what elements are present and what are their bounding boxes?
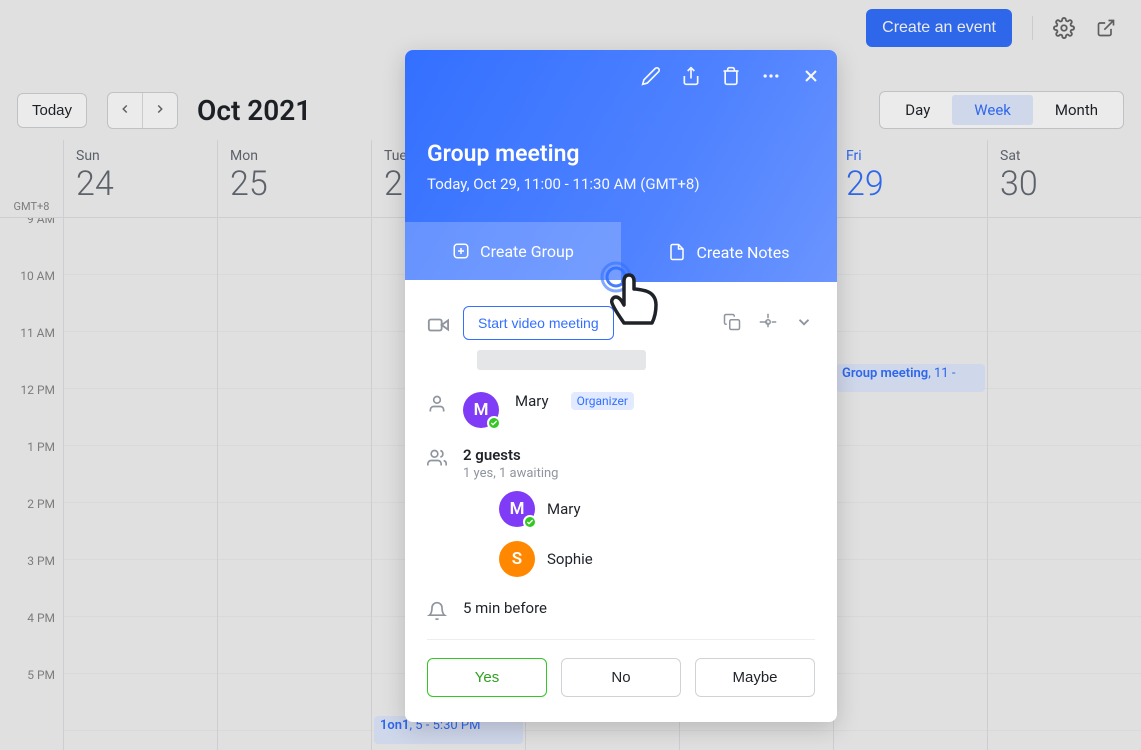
chevron-down-icon[interactable] [795, 313, 815, 333]
day-col-sun[interactable] [63, 218, 217, 750]
view-month[interactable]: Month [1033, 95, 1120, 125]
day-header-mon[interactable]: Mon25 [217, 140, 371, 217]
external-link-icon[interactable] [1095, 17, 1117, 39]
view-day[interactable]: Day [883, 95, 952, 125]
view-switch: Day Week Month [879, 91, 1124, 129]
prev-arrow[interactable] [108, 93, 143, 128]
gear-icon[interactable] [759, 313, 779, 333]
time-label: 2 PM [0, 497, 63, 554]
close-icon[interactable] [799, 64, 823, 88]
check-icon [487, 416, 501, 430]
rsvp-yes-button[interactable]: Yes [427, 658, 547, 697]
video-icon [427, 314, 447, 334]
person-icon [427, 394, 447, 414]
check-icon [523, 515, 537, 529]
guest-count: 2 guests [463, 446, 593, 464]
settings-icon[interactable] [1053, 17, 1075, 39]
share-icon[interactable] [679, 64, 703, 88]
rsvp-no-button[interactable]: No [561, 658, 681, 697]
day-header-sat[interactable]: Sat30 [987, 140, 1141, 217]
day-header-fri[interactable]: Fri29 [833, 140, 987, 217]
event-group-meeting[interactable]: Group meeting, 11 - [836, 364, 985, 392]
event-popover: Group meeting Today, Oct 29, 11:00 - 11:… [405, 50, 837, 722]
time-label: 12 PM [0, 383, 63, 440]
guest-item[interactable]: S Sophie [499, 541, 593, 577]
time-label: 5 PM [0, 668, 63, 725]
avatar: S [499, 541, 535, 577]
avatar: M [499, 491, 535, 527]
view-week[interactable]: Week [952, 95, 1033, 125]
time-label: 1 PM [0, 440, 63, 497]
timezone-label: GMT+8 [0, 140, 63, 217]
delete-icon[interactable] [719, 64, 743, 88]
time-column: 9 AM 10 AM 11 AM 12 PM 1 PM 2 PM 3 PM 4 … [0, 218, 63, 750]
create-event-button[interactable]: Create an event [866, 9, 1012, 47]
rsvp-maybe-button[interactable]: Maybe [695, 658, 815, 697]
next-arrow[interactable] [143, 93, 177, 128]
time-label: 3 PM [0, 554, 63, 611]
create-group-tab[interactable]: Create Group [405, 222, 621, 282]
organizer-avatar[interactable]: M [463, 392, 499, 428]
organizer-badge: Organizer [571, 392, 634, 410]
day-col-fri[interactable]: Group meeting, 11 - [833, 218, 987, 750]
bell-icon [427, 601, 447, 621]
create-group-label: Create Group [480, 242, 574, 261]
divider [427, 639, 815, 640]
day-col-sat[interactable] [987, 218, 1141, 750]
copy-icon[interactable] [723, 313, 743, 333]
guest-name: Sophie [547, 550, 593, 568]
time-label: 4 PM [0, 611, 63, 668]
create-notes-label: Create Notes [696, 243, 789, 262]
nav-arrows [107, 92, 178, 129]
edit-icon[interactable] [639, 64, 663, 88]
time-label: 11 AM [0, 326, 63, 383]
event-title: Group meeting [427, 140, 815, 167]
start-video-button[interactable]: Start video meeting [463, 306, 614, 340]
time-label: 10 AM [0, 269, 63, 326]
time-label: 9 AM [0, 218, 63, 269]
guest-item[interactable]: M Mary [499, 491, 593, 527]
guests-icon [427, 448, 447, 468]
reminder-text: 5 min before [463, 599, 547, 617]
guest-name: Mary [547, 500, 581, 518]
event-time: Today, Oct 29, 11:00 - 11:30 AM (GMT+8) [427, 175, 815, 193]
create-notes-tab[interactable]: Create Notes [621, 222, 837, 282]
meeting-link-placeholder [477, 350, 646, 370]
toolbar-divider [1032, 16, 1033, 40]
day-header-sun[interactable]: Sun24 [63, 140, 217, 217]
month-title: Oct 2021 [197, 94, 311, 127]
more-icon[interactable] [759, 64, 783, 88]
organizer-name: Mary [515, 392, 549, 410]
today-button[interactable]: Today [17, 93, 87, 128]
day-col-mon[interactable] [217, 218, 371, 750]
guest-status: 1 yes, 1 awaiting [463, 466, 593, 481]
